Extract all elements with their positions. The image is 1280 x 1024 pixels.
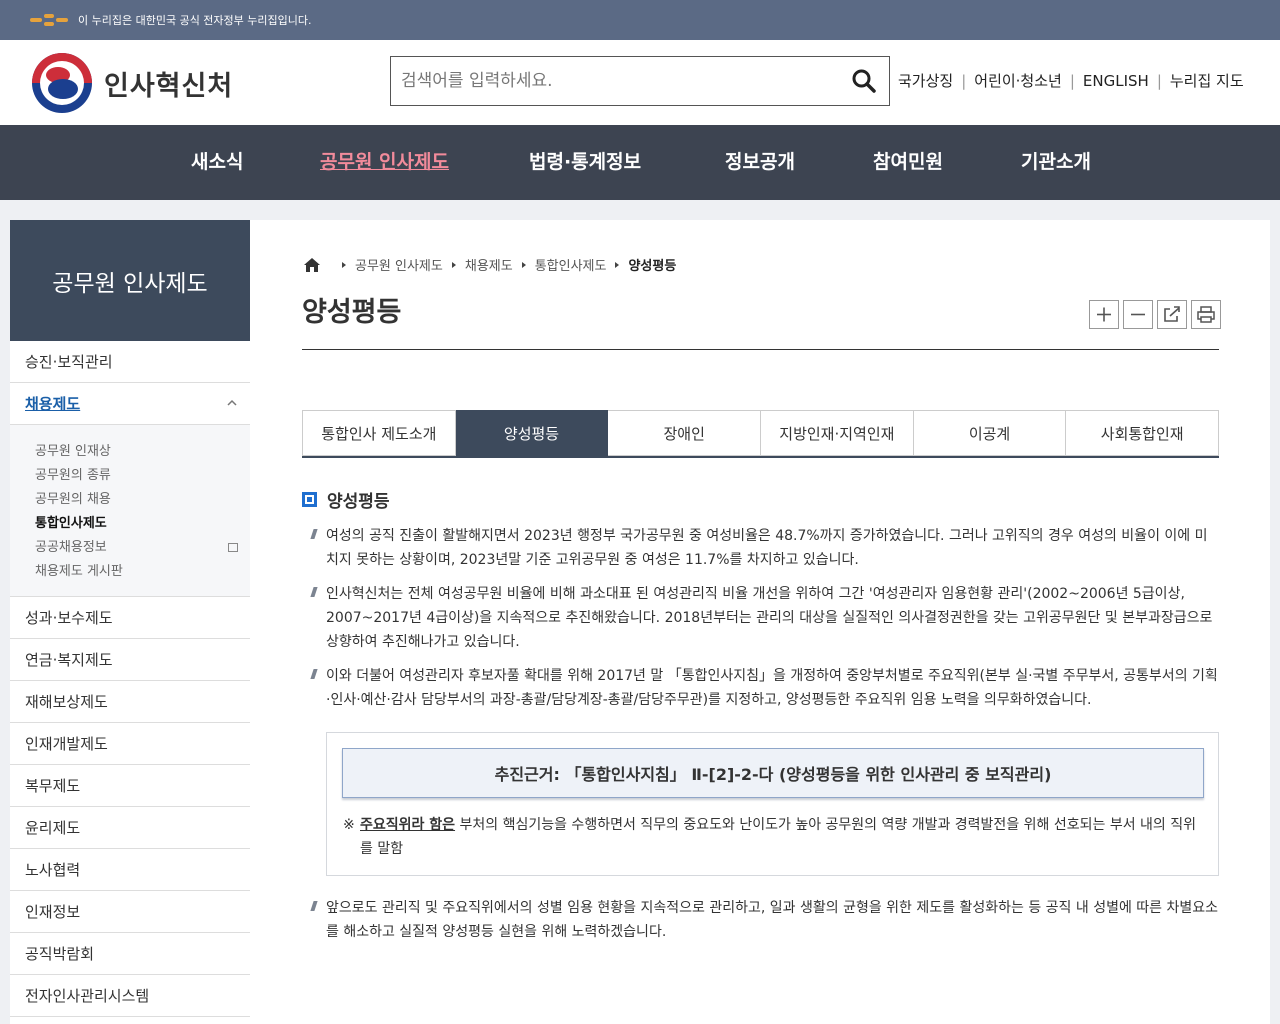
paragraph-text: 여성의 공직 진출이 활발해지면서 2023년 행정부 국가공무원 중 여성비율… <box>326 528 1208 568</box>
gov-banner-text: 이 누리집은 대한민국 공식 전자정부 누리집입니다. <box>78 14 312 27</box>
lnb-item-labor[interactable]: 노사협력 <box>10 849 250 891</box>
paragraph: 인사혁신처는 전체 여성공무원 비율에 비해 과소대표 된 여성관리직 비율 개… <box>310 582 1219 654</box>
taegeuk-flag-icon <box>30 12 68 28</box>
lnb-sub-public-recruit[interactable]: 공공채용정보 <box>35 536 250 560</box>
util-link-english[interactable]: ENGLISH <box>1083 72 1149 90</box>
section-square-icon <box>302 492 317 507</box>
tab-gender-equality[interactable]: 양성평등 <box>455 410 609 456</box>
lnb-sub-talent[interactable]: 공무원 인재상 <box>35 440 250 464</box>
basis-box: 추진근거: 「통합인사지침」 Ⅱ-[2]-2-다 (양성평등을 위한 인사관리 … <box>326 732 1219 876</box>
note-text: 부처의 핵심기능을 수행하면서 직무의 중요도와 난이도가 높아 공무원의 역량… <box>360 817 1197 857</box>
basis-title: 추진근거: 「통합인사지침」 Ⅱ-[2]-2-다 (양성평등을 위한 인사관리 … <box>342 748 1204 798</box>
lnb-item-expo[interactable]: 공직박람회 <box>10 933 250 975</box>
plus-icon <box>1097 307 1111 322</box>
lnb-item-ethics[interactable]: 윤리제도 <box>10 807 250 849</box>
lnb-sub-label: 공공채용정보 <box>35 540 107 555</box>
breadcrumb-arrow-icon <box>615 261 620 268</box>
search-icon[interactable] <box>851 68 877 94</box>
lnb-sub-types[interactable]: 공무원의 종류 <box>35 464 250 488</box>
note-mark: ※ <box>343 817 355 833</box>
paragraph-text: 앞으로도 관리직 및 주요직위에서의 성별 임용 현황을 지속적으로 관리하고,… <box>326 900 1219 940</box>
page-title: 양성평등 <box>302 297 402 328</box>
new-window-icon <box>228 543 238 552</box>
breadcrumb-arrow-icon <box>521 261 526 268</box>
lnb-sub-board[interactable]: 채용제도 게시판 <box>35 560 250 584</box>
tab-disabled[interactable]: 장애인 <box>608 410 762 456</box>
lnb-item-pension[interactable]: 연금·복지제도 <box>10 639 250 681</box>
logo-name: 인사혁신처 <box>104 70 234 102</box>
breadcrumb-item[interactable]: 통합인사제도 <box>535 255 607 274</box>
title-divider <box>302 349 1219 350</box>
chevron-up-icon <box>227 399 237 406</box>
breadcrumb: 공무원 인사제도 채용제도 통합인사제도 양성평등 <box>303 255 676 274</box>
tab-regional-talent[interactable]: 지방인재·지역인재 <box>761 410 914 456</box>
paragraph: 여성의 공직 진출이 활발해지면서 2023년 행정부 국가공무원 중 여성비율… <box>310 524 1219 572</box>
breadcrumb-arrow-icon <box>451 261 456 268</box>
paragraph: 이와 더불어 여성관리자 후보자풀 확대를 위해 2017년 말 「통합인사지침… <box>310 664 1219 712</box>
separator: | <box>1156 71 1162 90</box>
home-icon[interactable] <box>303 257 321 273</box>
section-title: 양성평등 <box>327 492 390 512</box>
breadcrumb-current: 양성평등 <box>628 259 677 274</box>
content-tabs: 통합인사 제도소개 양성평등 장애인 지방인재·지역인재 이공계 사회통합인재 <box>302 410 1220 458</box>
gnb-laws-statistics[interactable]: 법령·통계정보 <box>529 147 641 174</box>
lnb-item-recruitment[interactable]: 채용제도 <box>10 383 250 425</box>
basis-note: ※ 주요직위라 함은 부처의 핵심기능을 수행하면서 직무의 중요도와 난이도가… <box>343 813 1205 861</box>
lnb-item-label: 채용제도 <box>25 395 81 413</box>
util-link-national-symbols[interactable]: 국가상징 <box>898 70 953 91</box>
paragraph-text: 인사혁신처는 전체 여성공무원 비율에 비해 과소대표 된 여성관리직 비율 개… <box>326 586 1213 650</box>
gnb-news[interactable]: 새소식 <box>191 147 243 174</box>
note-term: 주요직위라 함은 <box>360 817 456 833</box>
paragraph: 앞으로도 관리직 및 주요직위에서의 성별 임용 현황을 지속적으로 관리하고,… <box>310 896 1219 944</box>
lnb-item-e-hr[interactable]: 전자인사관리시스템 <box>10 975 250 1017</box>
gnb-participation[interactable]: 참여민원 <box>873 147 943 174</box>
lnb-item-development[interactable]: 인재개발제도 <box>10 723 250 765</box>
tab-integrated-intro[interactable]: 통합인사 제도소개 <box>302 410 456 456</box>
separator: | <box>961 71 967 90</box>
search-input[interactable] <box>401 71 841 91</box>
breadcrumb-item[interactable]: 공무원 인사제도 <box>355 255 443 274</box>
tab-social-integration[interactable]: 사회통합인재 <box>1066 410 1220 456</box>
gnb-personnel-system[interactable]: 공무원 인사제도 <box>320 147 449 174</box>
util-link-sitemap[interactable]: 누리집 지도 <box>1170 70 1244 91</box>
lnb-item-service[interactable]: 복무제도 <box>10 765 250 807</box>
lnb-item-performance[interactable]: 성과·보수제도 <box>10 597 250 639</box>
print-button[interactable] <box>1191 300 1221 329</box>
site-header: 인사혁신처 국가상징 | 어린이·청소년 | ENGLISH | 누리집 지도 <box>0 40 1280 125</box>
paragraph-text: 이와 더불어 여성관리자 후보자풀 확대를 위해 2017년 말 「통합인사지침… <box>326 668 1218 708</box>
zoom-in-button[interactable] <box>1089 300 1119 329</box>
lnb-item-compensation[interactable]: 재해보상제도 <box>10 681 250 723</box>
section-heading: 양성평등 <box>302 487 390 512</box>
lnb-sub-hiring[interactable]: 공무원의 채용 <box>35 488 250 512</box>
gnb-about[interactable]: 기관소개 <box>1021 147 1091 174</box>
utility-links: 국가상징 | 어린이·청소년 | ENGLISH | 누리집 지도 <box>898 70 1244 91</box>
lnb-submenu: 공무원 인재상 공무원의 종류 공무원의 채용 통합인사제도 공공채용정보 채용… <box>10 425 250 597</box>
share-icon <box>1164 306 1180 322</box>
lnb-sub-integrated[interactable]: 통합인사제도 <box>35 512 250 536</box>
lnb-item-talent-info[interactable]: 인재정보 <box>10 891 250 933</box>
share-button[interactable] <box>1157 300 1187 329</box>
printer-icon <box>1197 306 1215 323</box>
zoom-out-button[interactable] <box>1123 300 1153 329</box>
gnb-disclosure[interactable]: 정보공개 <box>725 147 795 174</box>
util-link-kids[interactable]: 어린이·청소년 <box>974 70 1062 91</box>
gov-banner: 이 누리집은 대한민국 공식 전자정부 누리집입니다. <box>0 0 1280 40</box>
main-navigation: 새소식 공무원 인사제도 법령·통계정보 정보공개 참여민원 기관소개 <box>0 125 1280 200</box>
taegeuk-emblem-icon <box>32 53 92 113</box>
tab-science-engineering[interactable]: 이공계 <box>913 410 1067 456</box>
separator: | <box>1069 71 1075 90</box>
search-box <box>390 56 890 106</box>
side-navigation: 공무원 인사제도 승진·보직관리 채용제도 공무원 인재상 공무원의 종류 공무… <box>10 220 250 1024</box>
minus-icon <box>1131 313 1145 316</box>
lnb-title: 공무원 인사제도 <box>10 220 250 341</box>
page-tools <box>1089 300 1221 329</box>
site-logo[interactable]: 인사혁신처 <box>32 53 233 113</box>
breadcrumb-arrow-icon <box>342 261 346 268</box>
breadcrumb-item[interactable]: 채용제도 <box>465 255 513 274</box>
lnb-item-promotion[interactable]: 승진·보직관리 <box>10 341 250 383</box>
